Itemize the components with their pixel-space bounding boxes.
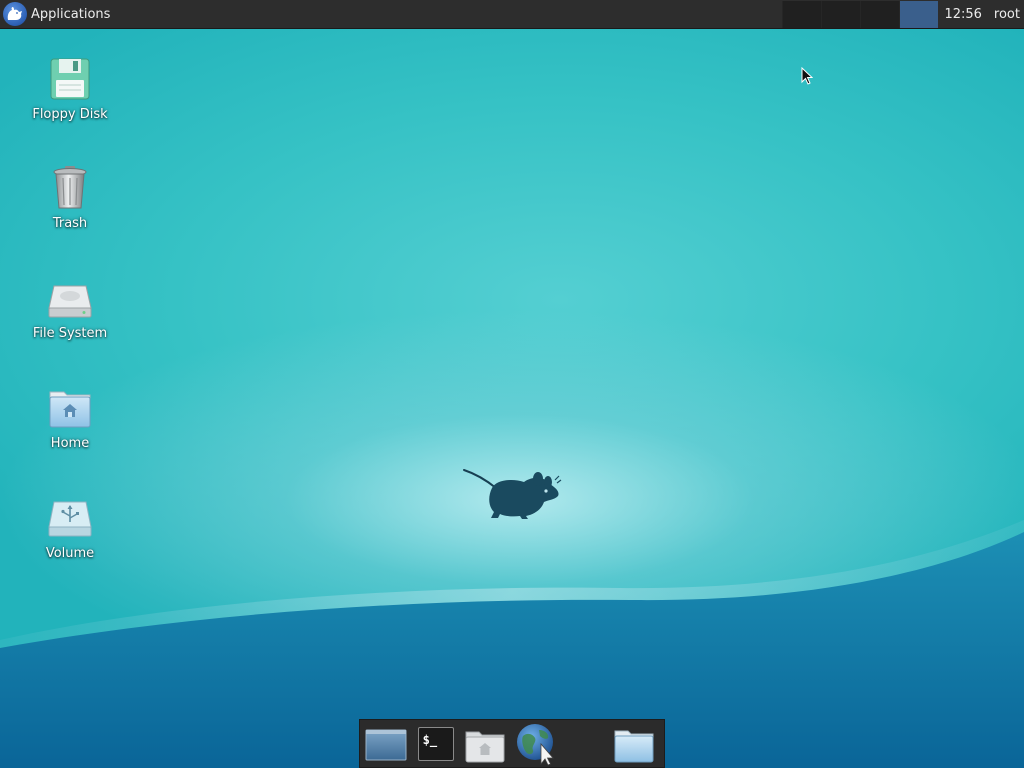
workspace-4[interactable] xyxy=(899,0,939,28)
desktop-icon-volume[interactable]: Volume xyxy=(20,494,120,561)
user-menu[interactable]: root xyxy=(990,7,1024,22)
web-browser-icon xyxy=(517,723,555,766)
desktop-icon-label: Home xyxy=(50,436,90,451)
folder-icon xyxy=(614,730,654,762)
dock-file-manager-button[interactable] xyxy=(463,722,507,766)
xfce-logo-icon xyxy=(3,2,27,26)
workspace-3[interactable] xyxy=(860,0,900,28)
show-desktop-icon xyxy=(365,729,407,760)
bottom-dock: $_ xyxy=(359,719,665,768)
dock-show-desktop-button[interactable] xyxy=(364,722,408,766)
desktop-icon-home[interactable]: Home xyxy=(20,384,120,451)
dock-web-browser-button[interactable] xyxy=(515,722,559,766)
mouse-pointer-icon xyxy=(801,67,813,85)
trash-icon xyxy=(46,164,94,212)
home-folder-icon xyxy=(46,384,94,432)
desktop-icon-floppy-disk[interactable]: Floppy Disk xyxy=(20,55,120,122)
desktop-icon-label: Trash xyxy=(52,216,88,231)
dock-terminal-button[interactable]: $_ xyxy=(416,722,455,766)
terminal-prompt-glyph: $_ xyxy=(422,732,438,747)
file-manager-icon xyxy=(465,731,505,762)
desktop-icon-label: File System xyxy=(32,326,108,341)
workspace-switcher[interactable] xyxy=(782,0,939,29)
clock[interactable]: 12:56 xyxy=(938,7,989,22)
desktop-icon-trash[interactable]: Trash xyxy=(20,164,120,231)
xfce-mouse-mascot-icon xyxy=(463,469,562,519)
floppy-disk-icon xyxy=(46,55,94,103)
desktop-icon-file-system[interactable]: File System xyxy=(20,274,120,341)
usb-volume-icon xyxy=(46,494,94,542)
desktop-icon-label: Volume xyxy=(45,546,95,561)
desktop-icon-label: Floppy Disk xyxy=(32,107,108,122)
applications-menu-label: Applications xyxy=(31,6,111,22)
top-panel: Applications 12:56 root xyxy=(0,0,1024,29)
applications-menu-button[interactable]: Applications xyxy=(0,0,116,29)
workspace-2[interactable] xyxy=(821,0,861,28)
workspace-1[interactable] xyxy=(782,0,822,28)
hard-drive-icon xyxy=(46,274,94,322)
dock-folder-button[interactable] xyxy=(612,722,656,766)
terminal-icon: $_ xyxy=(417,726,454,761)
wallpaper-swoosh xyxy=(0,520,1024,768)
